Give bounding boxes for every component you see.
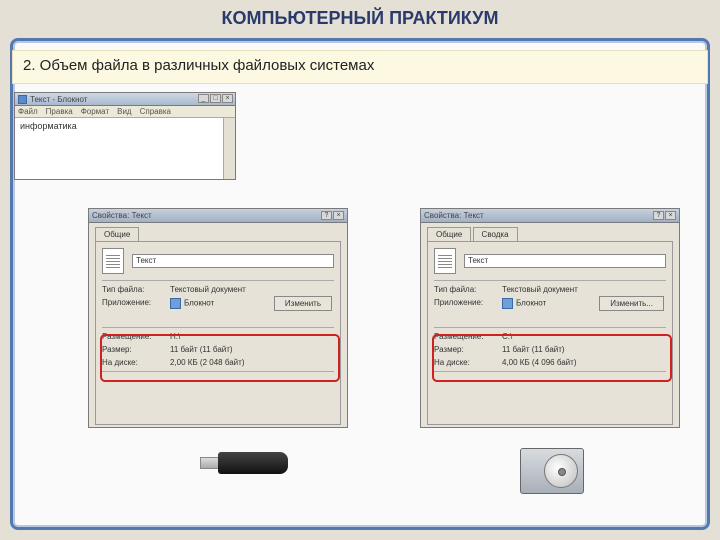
tab-general[interactable]: Общие [95, 227, 139, 241]
type-value: Текстовый документ [170, 285, 334, 294]
menu-help[interactable]: Справка [140, 107, 171, 116]
highlight-box-icon [432, 334, 672, 382]
section-heading: 2. Объем файла в различных файловых сист… [12, 50, 708, 84]
file-icon [434, 248, 456, 274]
type-label: Тип файла: [102, 285, 170, 294]
change-button[interactable]: Изменить... [599, 296, 664, 311]
notepad-app-icon [170, 298, 181, 309]
notepad-titlebar[interactable]: Текст - Блокнот _ □ × [15, 93, 235, 106]
app-label: Приложение: [102, 298, 170, 309]
usb-drive-icon [200, 448, 290, 478]
type-value: Текстовый документ [502, 285, 666, 294]
change-button[interactable]: Изменить [274, 296, 332, 311]
slide-title: КОМПЬЮТЕРНЫЙ ПРАКТИКУМ [0, 8, 720, 29]
properties-dialog-left: Свойства: Текст ? × Общие Текст Тип файл… [88, 208, 348, 428]
close-button[interactable]: × [222, 94, 233, 103]
file-icon [102, 248, 124, 274]
maximize-button[interactable]: □ [210, 94, 221, 103]
help-button[interactable]: ? [321, 211, 332, 220]
menu-format[interactable]: Формат [81, 107, 109, 116]
notepad-textarea[interactable]: информатика [15, 118, 235, 168]
close-button[interactable]: × [665, 211, 676, 220]
props-titlebar-left[interactable]: Свойства: Текст ? × [89, 209, 347, 223]
tab-general[interactable]: Общие [427, 227, 471, 241]
scrollbar[interactable] [223, 118, 235, 179]
minimize-button[interactable]: _ [198, 94, 209, 103]
filename-field[interactable]: Текст [464, 254, 666, 268]
notepad-window: Текст - Блокнот _ □ × Файл Правка Формат… [14, 92, 236, 180]
menu-file[interactable]: Файл [18, 107, 38, 116]
close-button[interactable]: × [333, 211, 344, 220]
notepad-title-text: Текст - Блокнот [30, 95, 87, 104]
hard-drive-icon [520, 448, 590, 500]
props-title-text: Свойства: Текст [92, 211, 152, 220]
highlight-box-icon [100, 334, 340, 382]
menu-view[interactable]: Вид [117, 107, 131, 116]
app-label: Приложение: [434, 298, 502, 309]
notepad-menubar: Файл Правка Формат Вид Справка [15, 106, 235, 118]
menu-edit[interactable]: Правка [46, 107, 73, 116]
props-title-text: Свойства: Текст [424, 211, 484, 220]
filename-field[interactable]: Текст [132, 254, 334, 268]
notepad-content: информатика [20, 121, 77, 131]
notepad-app-icon [502, 298, 513, 309]
properties-dialog-right: Свойства: Текст ? × Общие Сводка Текст Т… [420, 208, 680, 428]
tab-summary[interactable]: Сводка [473, 227, 518, 241]
help-button[interactable]: ? [653, 211, 664, 220]
notepad-icon [18, 95, 27, 104]
type-label: Тип файла: [434, 285, 502, 294]
props-titlebar-right[interactable]: Свойства: Текст ? × [421, 209, 679, 223]
